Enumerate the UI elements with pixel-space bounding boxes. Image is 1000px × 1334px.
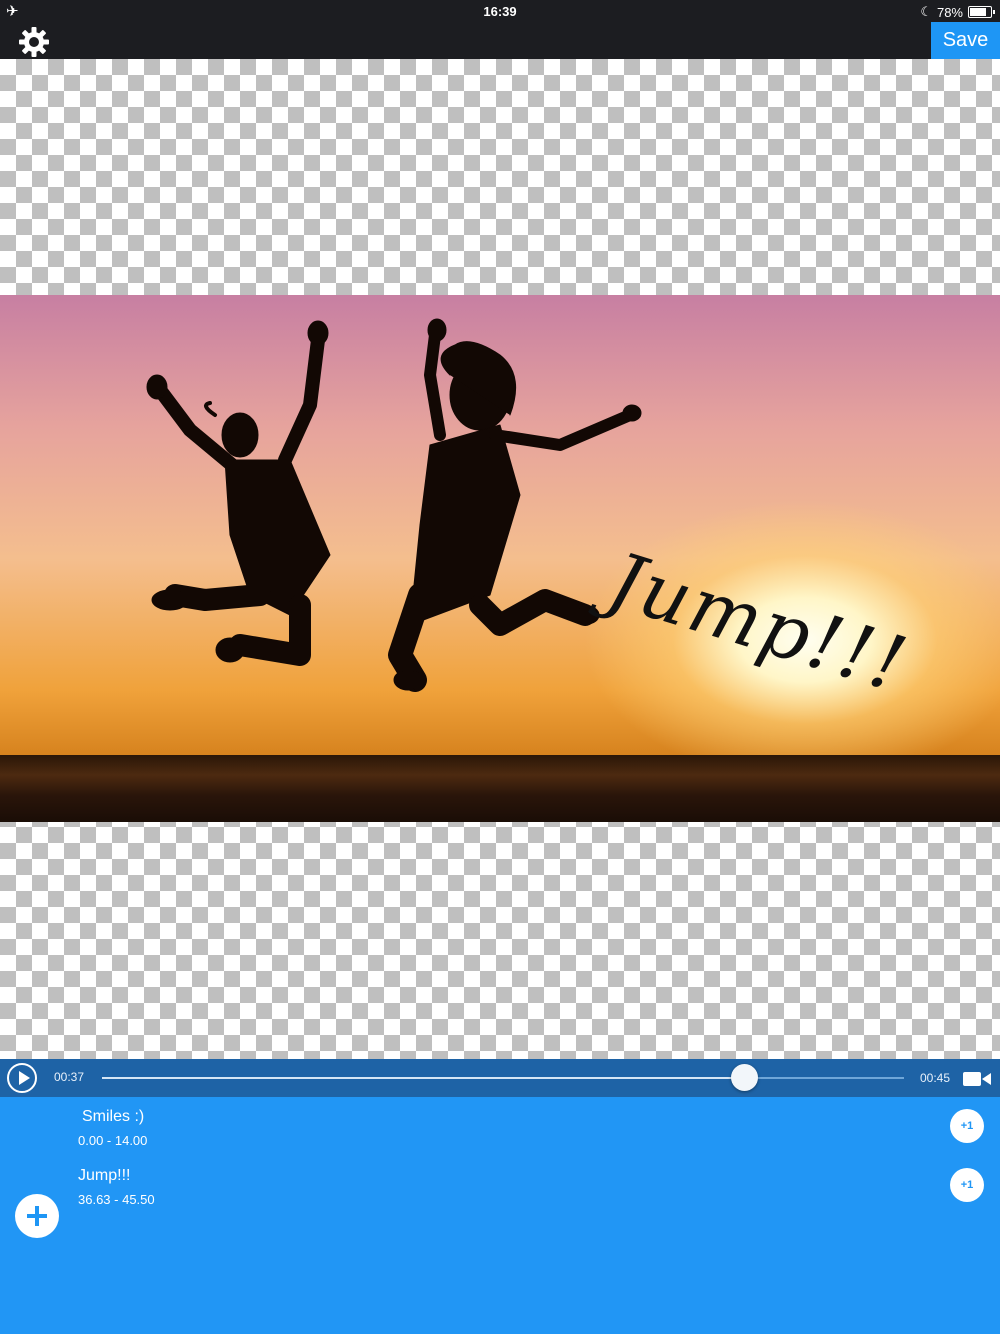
toolbar: Save <box>0 22 1000 59</box>
plus-icon[interactable] <box>15 1194 59 1238</box>
battery-fill <box>970 8 986 16</box>
clip-title: Jump!!! <box>78 1167 131 1184</box>
video-frame: Jump!!! <box>0 295 1000 822</box>
battery-icon <box>968 6 995 18</box>
play-icon[interactable] <box>7 1063 37 1093</box>
battery-percent: 78% <box>936 4 963 20</box>
clip-range: 0.00 - 14.00 <box>78 1133 148 1148</box>
timeline-track[interactable] <box>102 1077 904 1079</box>
moon-icon: ☾ <box>920 4 932 19</box>
timeline-thumb[interactable] <box>730 1064 758 1091</box>
clip-range: 36.63 - 45.50 <box>78 1192 155 1207</box>
plus-one-button[interactable]: +1 <box>950 1168 984 1202</box>
status-time: 16:39 <box>483 4 517 19</box>
save-button[interactable]: Save <box>931 22 1000 59</box>
timeline-progress <box>102 1077 744 1079</box>
clip-title: Smiles :) <box>82 1108 145 1125</box>
playback-bar: 00:37 00:45 <box>0 1059 1000 1097</box>
jumping-silhouettes <box>146 318 642 692</box>
status-bar: ✈ 16:39 ☾ 78% <box>0 0 1000 22</box>
editor-canvas: Jump!!! <box>0 59 1000 1059</box>
gear-icon[interactable] <box>18 26 50 58</box>
status-right: ☾ 78% <box>920 4 995 20</box>
video-camera-icon[interactable] <box>963 1071 991 1087</box>
sea-horizon <box>0 755 1000 822</box>
list-item[interactable]: Jump!!! 36.63 - 45.50 <box>78 1167 155 1207</box>
current-time: 00:37 <box>54 1070 85 1084</box>
list-item[interactable]: Smiles :) 0.00 - 14.00 <box>78 1108 147 1148</box>
total-time: 00:45 <box>920 1071 951 1085</box>
clip-list: Smiles :) 0.00 - 14.00 +1 Jump!!! 36.63 … <box>0 1097 1000 1334</box>
plus-one-button[interactable]: +1 <box>950 1109 984 1143</box>
